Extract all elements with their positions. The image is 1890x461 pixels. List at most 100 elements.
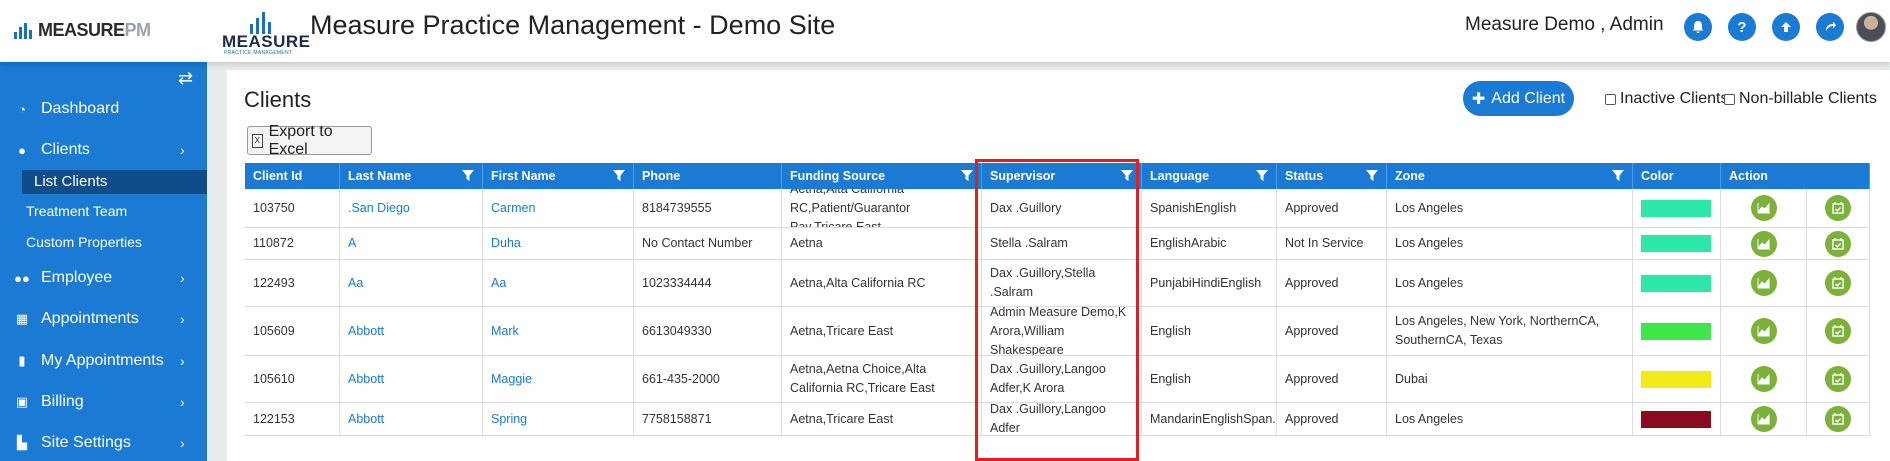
cell-text[interactable]: Abbott	[348, 322, 384, 341]
redo-icon[interactable]	[1816, 13, 1844, 41]
sidebar-item-employee[interactable]: ●● Employee ›	[0, 263, 207, 293]
cell-color	[1633, 307, 1721, 355]
column-header-action[interactable]: Action	[1721, 163, 1870, 189]
column-header-phone[interactable]: Phone	[634, 163, 782, 189]
cell-text[interactable]: .San Diego	[348, 199, 410, 218]
sidebar-item-site-settings[interactable]: ▙ Site Settings ›	[0, 428, 207, 458]
cell-text[interactable]: Maggie	[491, 370, 532, 389]
cell-funding: Aetna,Tricare East	[782, 403, 982, 435]
chevron-right-icon: ›	[180, 353, 185, 369]
calendar-check-icon[interactable]	[1825, 366, 1851, 392]
cell-text[interactable]: Carmen	[491, 199, 535, 218]
table-row[interactable]: 122153 Abbott Spring 7758158871 Aetna,Tricar…	[245, 403, 1870, 436]
chart-icon[interactable]	[1750, 366, 1777, 392]
chart-icon[interactable]	[1750, 230, 1777, 257]
column-header-first-name[interactable]: First Name	[483, 163, 634, 189]
column-header-color[interactable]: Color	[1633, 163, 1721, 189]
cell-text: Los Angeles	[1395, 275, 1464, 290]
cell-text[interactable]: Abbott	[348, 410, 384, 429]
add-client-button[interactable]: ✚ Add Client	[1463, 81, 1574, 116]
cell-text[interactable]: Aa	[348, 274, 363, 293]
cell-last[interactable]: Abbott	[340, 356, 483, 402]
avatar[interactable]	[1856, 12, 1886, 42]
column-header-zone[interactable]: Zone	[1387, 163, 1633, 189]
cell-text[interactable]: A	[348, 234, 356, 253]
column-header-label: Language	[1150, 168, 1210, 183]
cell-text: 122493	[253, 275, 295, 290]
table-row[interactable]: 103750 .San Diego Carmen 8184739555 Aetna,Al…	[245, 189, 1870, 228]
table-row[interactable]: 122493 Aa Aa 1023334444 Aetna,Alta Californi…	[245, 260, 1870, 307]
bell-icon[interactable]	[1684, 13, 1712, 41]
filter-icon[interactable]	[1121, 170, 1133, 182]
table-row[interactable]: 110872 A Duha No Contact Number Aetna Stella …	[245, 228, 1870, 260]
column-header-label: Color	[1641, 168, 1674, 183]
export-to-excel-button[interactable]: X Export to Excel	[247, 123, 372, 158]
cell-text: 661-435-2000	[642, 371, 720, 386]
help-icon[interactable]: ?	[1728, 13, 1756, 41]
user-icon: ●	[18, 142, 26, 158]
cell-last[interactable]: .San Diego	[340, 189, 483, 227]
sidebar-item-appointments[interactable]: ▦ Appointments ›	[0, 304, 207, 334]
sidebar-item-dashboard[interactable]: ◔ Dashboard	[0, 94, 207, 124]
cell-text[interactable]: Mark	[491, 322, 519, 341]
sidebar-sub-custom-properties[interactable]: Custom Properties	[26, 234, 142, 250]
user-name[interactable]: Measure Demo , Admin	[1465, 14, 1664, 36]
cell-last[interactable]: Aa	[340, 260, 483, 306]
collapse-sidebar-icon[interactable]: ⇄	[178, 68, 193, 89]
checkbox-box[interactable]	[1724, 93, 1735, 105]
cell-first[interactable]: Mark	[483, 307, 634, 355]
cell-text[interactable]: Abbott	[348, 370, 384, 389]
table-row[interactable]: 105609 Abbott Mark 6613049330 Aetna,Tricare …	[245, 307, 1870, 356]
calendar-check-icon[interactable]	[1825, 230, 1851, 257]
cell-last[interactable]: Abbott	[340, 307, 483, 355]
chart-icon[interactable]	[1750, 318, 1777, 344]
filter-icon[interactable]	[1366, 170, 1378, 182]
cell-text[interactable]: Duha	[491, 234, 521, 253]
cell-last[interactable]: Abbott	[340, 403, 483, 435]
cell-first[interactable]: Carmen	[483, 189, 634, 227]
cell-first[interactable]: Maggie	[483, 356, 634, 402]
cell-text: Approved	[1285, 275, 1339, 290]
cell-first[interactable]: Duha	[483, 228, 634, 259]
cell-status: Approved	[1277, 403, 1387, 435]
sidebar-item-billing[interactable]: ▣ Billing ›	[0, 387, 207, 417]
column-header-language[interactable]: Language	[1142, 163, 1277, 189]
chart-icon[interactable]	[1750, 406, 1777, 432]
filter-icon[interactable]	[961, 170, 973, 182]
filter-icon[interactable]	[1256, 170, 1268, 182]
column-header-last-name[interactable]: Last Name	[340, 163, 483, 189]
sidebar-sub-list-clients[interactable]: List Clients	[34, 173, 107, 190]
column-header-supervisor[interactable]: Supervisor	[982, 163, 1142, 189]
calendar-check-icon[interactable]	[1825, 318, 1851, 344]
column-header-status[interactable]: Status	[1277, 163, 1387, 189]
cell-text: No Contact Number	[642, 236, 753, 250]
sidebar-item-my-appointments[interactable]: ▮ My Appointments ›	[0, 346, 207, 376]
upload-icon[interactable]	[1772, 13, 1800, 41]
calendar-check-icon[interactable]	[1825, 195, 1851, 221]
sidebar-sub-treatment-team[interactable]: Treatment Team	[26, 203, 127, 219]
sidebar-item-clients[interactable]: ● Clients ›	[0, 135, 207, 165]
cell-first[interactable]: Aa	[483, 260, 634, 306]
cell-text: English	[1150, 323, 1191, 338]
column-header-client-id[interactable]: Client Id	[245, 163, 340, 189]
filter-icon[interactable]	[1612, 170, 1624, 182]
calendar-check-icon[interactable]	[1825, 270, 1851, 296]
chart-icon[interactable]	[1750, 270, 1777, 296]
cell-first[interactable]: Spring	[483, 403, 634, 435]
cell-text: Approved	[1285, 200, 1339, 215]
cell-action	[1807, 356, 1870, 402]
cell-last[interactable]: A	[340, 228, 483, 259]
column-header-funding-source[interactable]: Funding Source	[782, 163, 982, 189]
checkbox-box[interactable]	[1605, 93, 1616, 105]
calendar-check-icon[interactable]	[1825, 406, 1851, 432]
table-row[interactable]: 105610 Abbott Maggie 661-435-2000 Aetna,Aetn…	[245, 356, 1870, 403]
cell-supervisor: Admin Measure Demo,K Arora,William Shake…	[982, 307, 1142, 355]
nonbillable-clients-checkbox[interactable]: Non-billable Clients	[1724, 90, 1877, 108]
filter-icon[interactable]	[613, 170, 625, 182]
cell-text[interactable]: Spring	[491, 410, 527, 429]
inactive-clients-checkbox[interactable]: Inactive Clients	[1605, 90, 1729, 108]
cell-text[interactable]: Aa	[491, 274, 506, 293]
filter-icon[interactable]	[462, 170, 474, 182]
brand-logo[interactable]: MEASUREPM	[12, 20, 151, 41]
chart-icon[interactable]	[1750, 195, 1777, 221]
